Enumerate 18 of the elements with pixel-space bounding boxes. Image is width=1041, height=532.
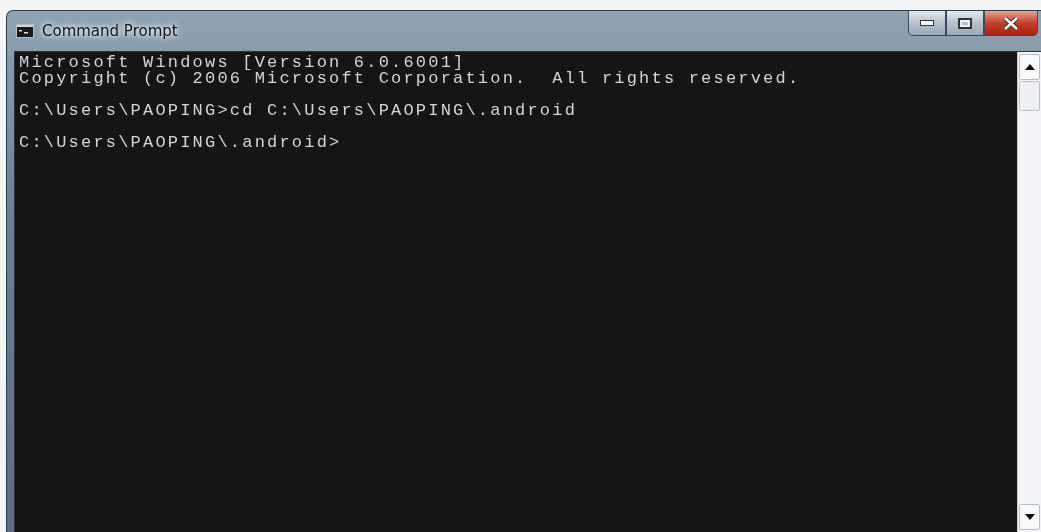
console-line: Microsoft Windows [Version 6.0.6001] (19, 55, 466, 71)
window-title: Command Prompt (42, 22, 178, 40)
up-arrow-icon (1024, 64, 1035, 70)
maximize-button[interactable] (946, 11, 984, 36)
minimize-button[interactable] (908, 11, 946, 36)
console-line: Copyright (c) 2006 Microsoft Corporation. All rights reserved. (19, 71, 802, 87)
console-line: C:\Users\PAOPING\.android> (19, 135, 343, 151)
minimize-icon (920, 20, 934, 26)
maximize-icon (958, 17, 972, 29)
console-line: C:\Users\PAOPING>cd C:\Users\PAOPING\.android (19, 103, 579, 119)
scroll-down-button[interactable] (1019, 504, 1040, 530)
console-icon (16, 24, 34, 38)
close-button[interactable] (984, 11, 1038, 36)
scroll-up-button[interactable] (1019, 54, 1040, 80)
scroll-thumb[interactable] (1019, 81, 1040, 111)
down-arrow-icon (1024, 514, 1035, 520)
scrollbar[interactable] (1017, 52, 1041, 532)
close-icon (1003, 16, 1019, 30)
